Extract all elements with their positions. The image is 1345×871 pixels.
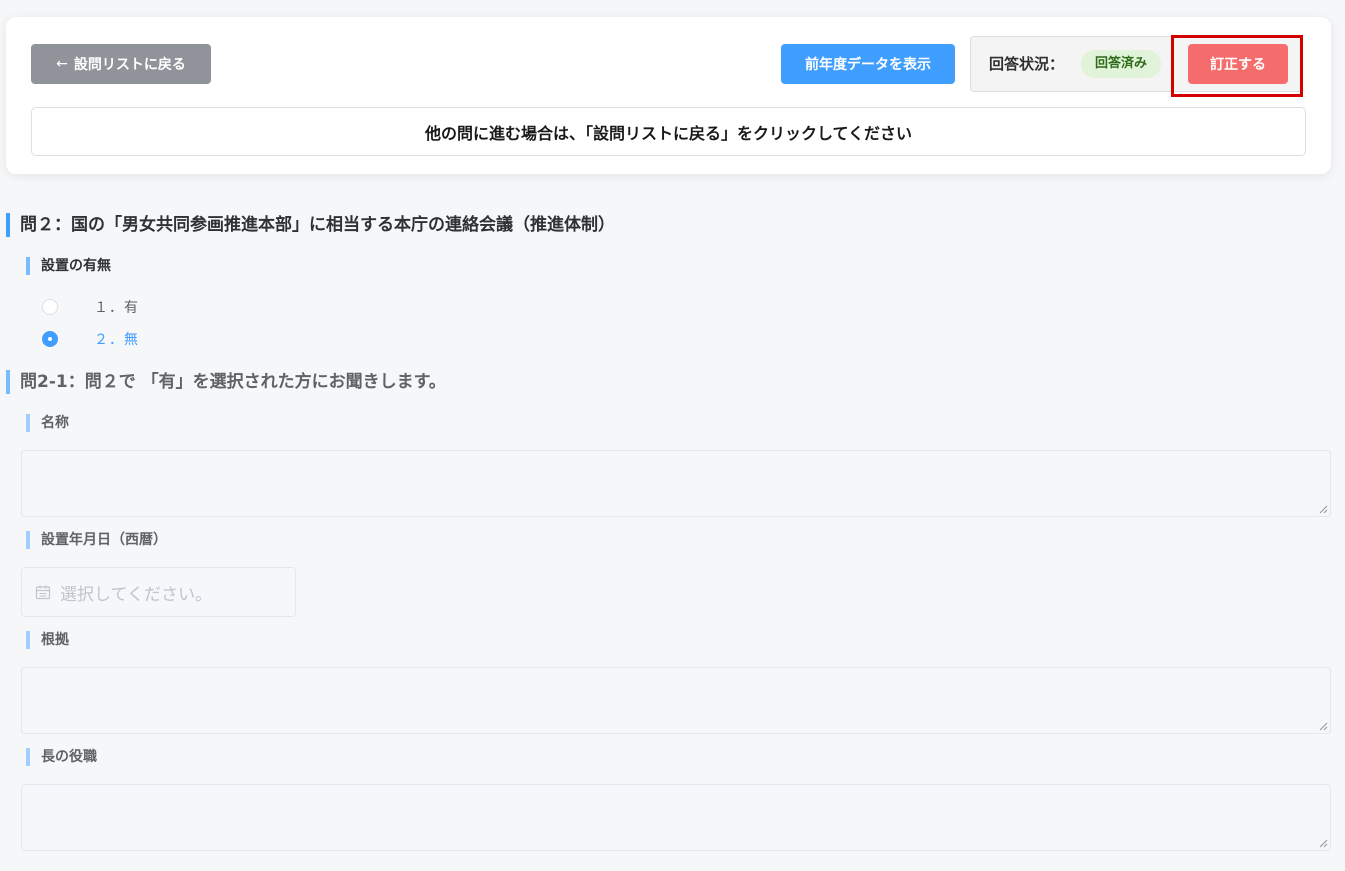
resize-handle-icon[interactable] — [1319, 505, 1328, 514]
answer-status-label: 回答状況： — [989, 55, 1065, 73]
basis-textarea[interactable] — [21, 667, 1331, 734]
question-2-title: 問２：国の「男女共同参画推進本部」に相当する本庁の連絡会議（推進体制） — [6, 213, 615, 237]
date-picker-input[interactable]: 選択してください。 — [21, 567, 296, 617]
radio-button-checked[interactable] — [42, 331, 58, 347]
calendar-icon — [35, 585, 51, 600]
notice-message: 他の問に進む場合は、「設問リストに戻る」をクリックしてください — [31, 107, 1306, 156]
header-card: ← 設問リストに戻る 前年度データを表示 回答状況： 回答済み 訂正する 他の問… — [6, 17, 1331, 174]
installation-field-label: 設置の有無 — [26, 257, 111, 275]
head-position-field-label: 長の役職 — [26, 748, 97, 766]
name-field-label: 名称 — [26, 414, 69, 432]
name-textarea[interactable] — [21, 450, 1331, 517]
date-placeholder: 選択してください。 — [60, 584, 212, 605]
back-to-question-list-button[interactable]: ← 設問リストに戻る — [31, 44, 211, 84]
radio-option-label: ２．無 — [94, 332, 139, 348]
show-previous-year-button[interactable]: 前年度データを表示 — [781, 44, 955, 84]
resize-handle-icon[interactable] — [1319, 722, 1328, 731]
resize-handle-icon[interactable] — [1319, 839, 1328, 848]
head-position-textarea[interactable] — [21, 784, 1331, 851]
answer-status-box: 回答状況： 回答済み 訂正する — [970, 36, 1303, 92]
radio-button[interactable] — [42, 299, 58, 315]
status-badge: 回答済み — [1081, 50, 1162, 78]
correct-button[interactable]: 訂正する — [1188, 44, 1288, 84]
radio-option-yes[interactable]: １．有 — [42, 298, 139, 316]
question-2-1-title: 問2-1：問２で 「有」を選択された方にお聞きします。 — [6, 370, 446, 394]
radio-option-label: １．有 — [94, 300, 139, 316]
basis-field-label: 根拠 — [26, 631, 69, 649]
date-field-label: 設置年月日（西暦） — [26, 531, 167, 549]
radio-option-no[interactable]: ２．無 — [42, 330, 139, 348]
arrow-left-icon: ← — [56, 56, 68, 72]
back-button-label: 設問リストに戻る — [73, 57, 186, 73]
